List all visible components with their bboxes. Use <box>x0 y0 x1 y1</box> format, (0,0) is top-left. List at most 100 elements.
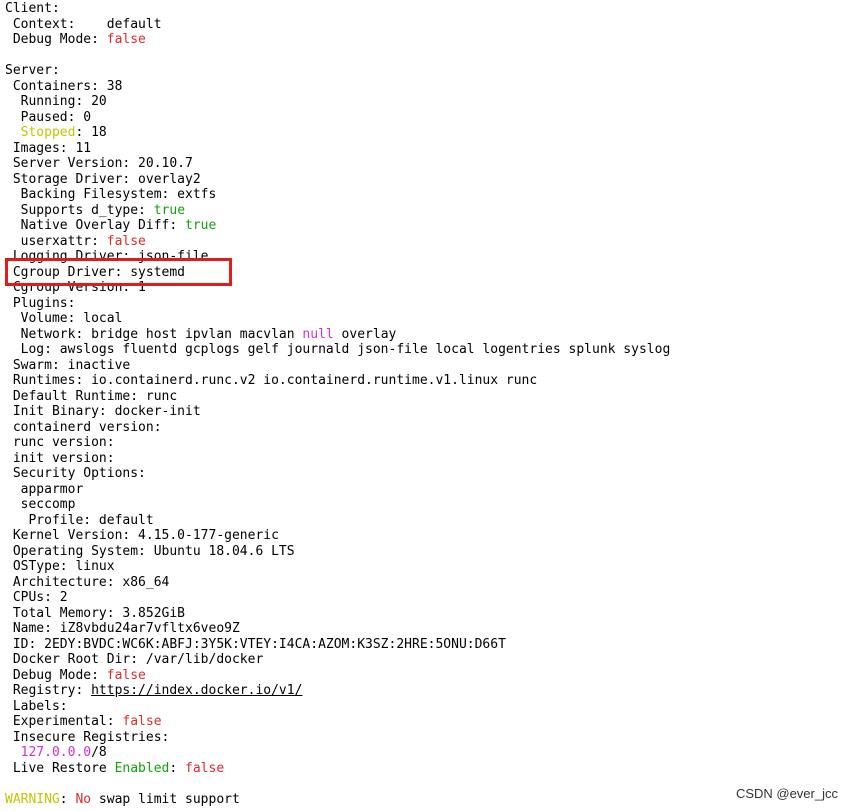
terminal-text-segment: Volume: local <box>5 311 123 326</box>
terminal-text-segment: Debug Mode: <box>5 667 107 683</box>
terminal-text-segment: false <box>106 32 146 47</box>
terminal-text-segment: Network: bridge host ipvlan macvlan <box>5 326 303 342</box>
terminal-line: Running: 20 <box>5 94 107 110</box>
terminal-line: Docker Root Dir: /var/lib/docker <box>5 652 263 668</box>
terminal-text-segment: No <box>75 791 92 807</box>
terminal-text-segment: false <box>185 760 225 776</box>
terminal-line: Init Binary: docker-init <box>5 404 201 420</box>
terminal-line: CPUs: 2 <box>5 590 68 606</box>
terminal-text-segment: Architecture: x86_64 <box>5 574 170 590</box>
terminal-text-segment: Native Overlay Diff: <box>5 218 186 233</box>
terminal-text-segment: seccomp <box>5 497 76 512</box>
terminal-text-segment: Backing Filesystem: extfs <box>5 187 217 202</box>
cgroup-driver-highlight-box <box>5 258 232 286</box>
terminal-text-segment: Supports d_type: <box>5 202 154 218</box>
terminal-text-segment: Containers: 38 <box>5 78 123 94</box>
terminal-text-segment: Registry: <box>5 683 92 698</box>
terminal-text-segment: Client: <box>5 1 60 16</box>
terminal-text-segment: Security Options: <box>5 466 146 481</box>
terminal-text-segment: false <box>106 667 146 683</box>
terminal-text-segment: Default Runtime: runc <box>5 388 178 404</box>
terminal-text-segment: Paused: 0 <box>5 109 92 125</box>
terminal-output: Client: Context: default Debug Mode: fal… <box>0 0 854 811</box>
terminal-line: Containers: 38 <box>5 78 123 95</box>
terminal-text-segment: Init Binary: docker-init <box>5 404 201 419</box>
terminal-text-segment: Kernel Version: 4.15.0-177-generic <box>5 528 279 543</box>
terminal-text-segment: 127.0.0.0 <box>20 745 92 760</box>
terminal-text-segment: Server Version: 20.10.7 <box>5 156 193 171</box>
terminal-line: Debug Mode: false <box>5 668 146 684</box>
terminal-text-segment: OSType: linux <box>5 559 115 574</box>
terminal-line: Context: default <box>5 17 162 33</box>
terminal-text-segment: /8 <box>91 745 107 760</box>
terminal-text-segment: Experimental: <box>5 714 123 729</box>
terminal-text-segment: Images: 11 <box>5 140 92 156</box>
terminal-line: seccomp <box>5 497 76 513</box>
terminal-text-segment: swap limit support <box>91 791 240 807</box>
terminal-text-segment: Name: iZ8vbdu24ar7vfltx6veo9Z <box>5 621 240 636</box>
terminal-line: Live Restore Enabled: false <box>5 761 224 777</box>
terminal-line: Operating System: Ubuntu 18.04.6 LTS <box>5 544 295 560</box>
terminal-line: Storage Driver: overlay2 <box>5 172 201 188</box>
terminal-line: runc version: <box>5 435 115 451</box>
terminal-line: Network: bridge host ipvlan macvlan null… <box>5 326 397 343</box>
terminal-line: Stopped: 18 <box>5 125 107 141</box>
terminal-text-segment: true <box>185 218 217 233</box>
terminal-text-segment: Debug Mode: <box>5 32 107 47</box>
terminal-text-segment: Log: awslogs fluentd gcplogs gelf journa… <box>5 342 671 357</box>
terminal-text-segment: Labels: <box>5 698 68 714</box>
terminal-text-segment: : <box>169 760 186 776</box>
terminal-text-segment: Insecure Registries: <box>5 729 170 745</box>
terminal-line: Default Runtime: runc <box>5 389 177 405</box>
terminal-line: Architecture: x86_64 <box>5 574 170 591</box>
terminal-line: Server Version: 20.10.7 <box>5 156 193 172</box>
terminal-text-segment: false <box>122 714 162 729</box>
terminal-text-segment: containerd version: <box>5 419 162 435</box>
terminal-text-segment: false <box>106 233 146 249</box>
terminal-text-segment: init version: <box>5 450 115 466</box>
terminal-text-segment: : 18 <box>75 125 107 140</box>
terminal-line: Debug Mode: false <box>5 32 146 48</box>
terminal-line: Labels: <box>5 699 68 715</box>
registry-link[interactable]: https://index.docker.io/v1/ <box>91 683 302 698</box>
terminal-text-segment: null <box>302 326 334 342</box>
terminal-line: Log: awslogs fluentd gcplogs gelf journa… <box>5 342 671 358</box>
csdn-watermark: CSDN @ever_jcc <box>735 786 838 801</box>
terminal-text-segment: : <box>59 791 76 807</box>
terminal-line: Swarm: inactive <box>5 358 130 374</box>
terminal-line: WARNING: No swap limit support <box>5 792 240 808</box>
terminal-text-segment: Storage Driver: overlay2 <box>5 171 201 187</box>
terminal-line: Total Memory: 3.852GiB <box>5 606 185 622</box>
terminal-text-segment: Stopped <box>20 125 76 140</box>
terminal-text-segment: Running: 20 <box>5 94 107 109</box>
terminal-text-segment: Profile: default <box>5 512 154 528</box>
terminal-text-segment: overlay <box>333 326 397 342</box>
terminal-line: Registry: https://index.docker.io/v1/ <box>5 683 303 699</box>
terminal-line: Plugins: <box>5 296 76 312</box>
terminal-text-segment: Enabled <box>114 760 170 776</box>
terminal-line: Security Options: <box>5 466 146 482</box>
terminal-text-segment: ID: 2EDY:BVDC:WC6K:ABFJ:3Y5K:VTEY:I4CA:A… <box>5 636 506 652</box>
terminal-line: Native Overlay Diff: true <box>5 218 217 234</box>
terminal-line: Images: 11 <box>5 141 91 157</box>
terminal-line: Backing Filesystem: extfs <box>5 187 217 203</box>
terminal-line: Experimental: false <box>5 714 162 730</box>
terminal-line: Name: iZ8vbdu24ar7vfltx6veo9Z <box>5 621 240 637</box>
terminal-line: apparmor <box>5 482 84 498</box>
terminal-text-segment: Swarm: inactive <box>5 357 131 373</box>
terminal-text-segment: runc version: <box>5 435 115 450</box>
terminal-line: ID: 2EDY:BVDC:WC6K:ABFJ:3Y5K:VTEY:I4CA:A… <box>5 637 506 653</box>
terminal-line: Insecure Registries: <box>5 729 170 746</box>
terminal-text-segment: true <box>153 202 186 218</box>
terminal-line: 127.0.0.0/8 <box>5 745 107 761</box>
terminal-line: Client: <box>5 1 60 17</box>
terminal-text-segment: Context: default <box>5 16 162 32</box>
terminal-line: userxattr: false <box>5 234 146 250</box>
terminal-text-segment: userxattr: <box>5 233 107 249</box>
terminal-text-segment: CPUs: 2 <box>5 590 68 605</box>
terminal-text-segment: Docker Root Dir: /var/lib/docker <box>5 652 264 667</box>
terminal-line: Volume: local <box>5 311 123 327</box>
terminal-line: Server: <box>5 63 60 79</box>
